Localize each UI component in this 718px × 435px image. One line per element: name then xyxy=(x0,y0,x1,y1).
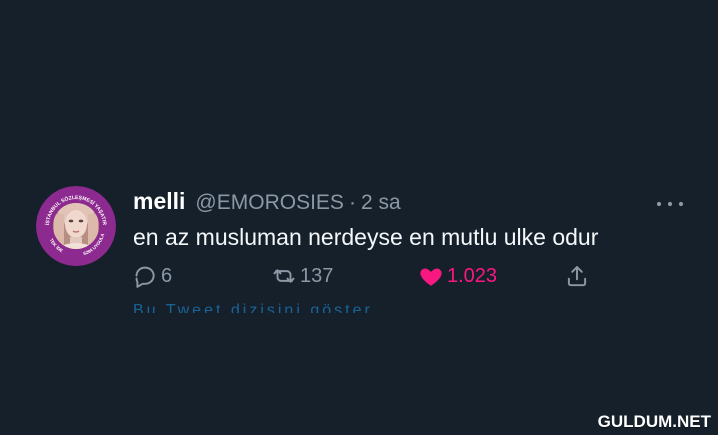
like-button[interactable]: 1.023 xyxy=(418,260,497,292)
share-button[interactable] xyxy=(564,260,590,292)
more-options-button[interactable] xyxy=(655,196,685,212)
tweet-time[interactable]: 2 sa xyxy=(361,191,401,215)
heart-icon xyxy=(420,268,442,286)
retweet-count: 137 xyxy=(300,264,334,287)
more-horizontal-icon xyxy=(656,201,684,207)
author-display-name[interactable]: melli xyxy=(133,188,185,215)
author-handle[interactable]: @EMOROSIES xyxy=(195,191,344,215)
retweet-button[interactable]: 137 xyxy=(271,260,333,292)
reply-button[interactable]: 6 xyxy=(132,260,172,292)
reply-icon xyxy=(135,266,155,288)
tweet-actions: 6 137 1.023 xyxy=(132,260,602,292)
show-thread-link[interactable]: Bu Tweet dizisini göster xyxy=(133,301,381,313)
reply-count: 6 xyxy=(161,264,173,287)
tweet-text: en az musluman nerdeyse en mutlu ulke od… xyxy=(133,224,599,250)
tweet-header: melli @EMOROSIES · 2 sa xyxy=(133,188,401,215)
watermark: GULDUM.NET xyxy=(597,412,711,431)
avatar[interactable]: İSTANBUL SÖZLEŞMESİ YAŞATIR TEK İDE 6284… xyxy=(36,186,116,266)
share-icon xyxy=(567,266,587,287)
profile-avatar-icon: İSTANBUL SÖZLEŞMESİ YAŞATIR TEK İDE 6284… xyxy=(36,186,116,266)
show-thread-link-text: Bu Tweet dizisini göster xyxy=(133,302,373,313)
like-count: 1.023 xyxy=(447,264,498,287)
tweet[interactable]: İSTANBUL SÖZLEŞMESİ YAŞATIR TEK İDE 6284… xyxy=(0,0,718,435)
retweet-icon xyxy=(273,269,295,283)
header-separator: · xyxy=(348,191,356,214)
